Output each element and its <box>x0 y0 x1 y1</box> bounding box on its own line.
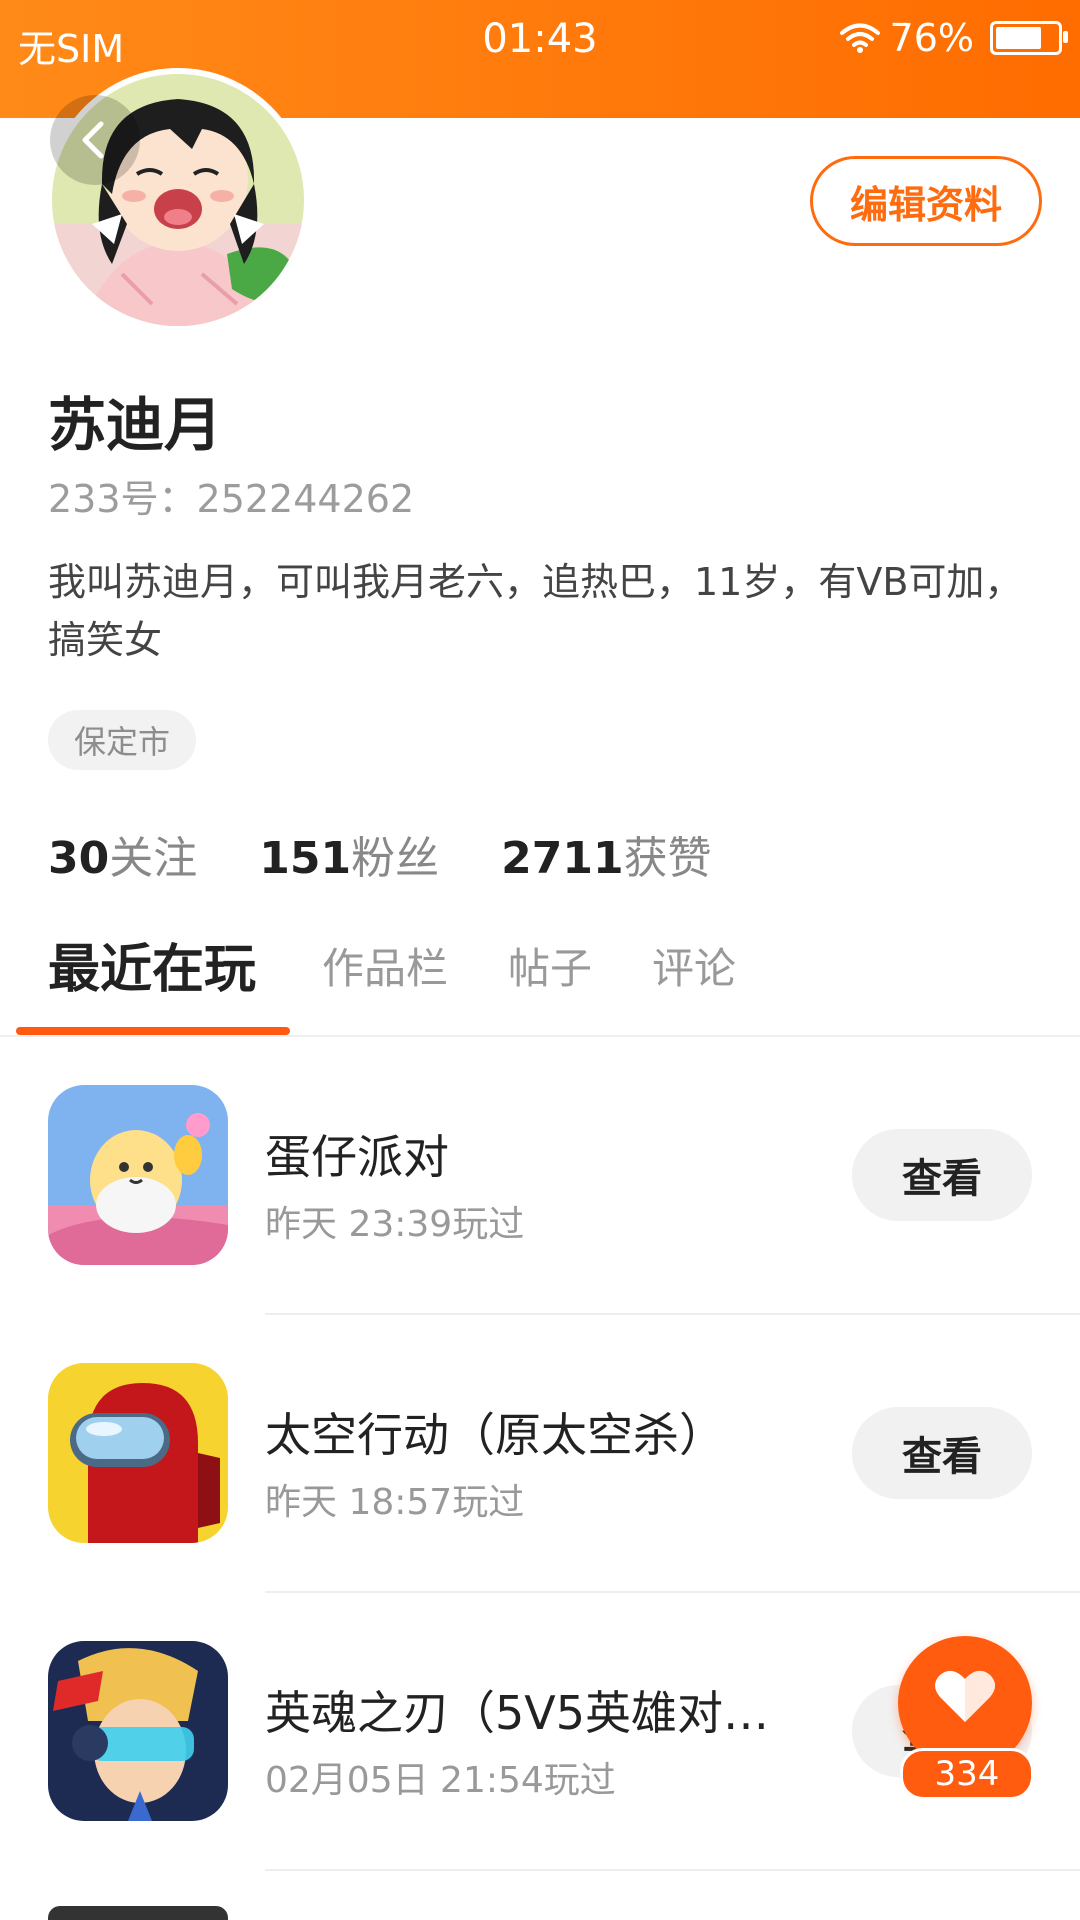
heart-icon <box>935 1670 995 1722</box>
tab-bar: 最近在玩 作品栏 帖子 评论 <box>0 935 1080 1037</box>
battery-icon <box>990 21 1068 55</box>
back-button[interactable] <box>50 95 140 185</box>
tab-works[interactable]: 作品栏 <box>322 935 448 996</box>
stat-label: 粉丝 <box>351 833 440 884</box>
stat-count: 2711 <box>501 833 624 884</box>
game-title: 蛋仔派对 <box>265 1130 449 1184</box>
stat-following[interactable]: 30关注 <box>48 822 197 886</box>
stat-followers[interactable]: 151粉丝 <box>259 822 439 886</box>
divider <box>265 1591 1080 1593</box>
status-right: 76% <box>839 16 1068 60</box>
stats-row: 30关注 151粉丝 2711获赞 <box>48 822 712 886</box>
stat-likes[interactable]: 2711获赞 <box>501 822 711 886</box>
game-title: 太空行动（原太空杀） <box>265 1408 725 1462</box>
profile-bio: 我叫苏迪月，可叫我月老六，追热巴，11岁，有VB可加，搞笑女 <box>48 560 1023 662</box>
profile-name: 苏迪月 <box>48 391 223 459</box>
stat-count: 30 <box>48 833 110 884</box>
list-item[interactable]: 蛋仔派对 昨天 23:39玩过 查看 <box>0 1085 1080 1363</box>
active-tab-indicator <box>16 1027 290 1035</box>
stat-label: 关注 <box>109 833 198 884</box>
divider <box>265 1869 1080 1871</box>
back-arrow-icon <box>82 121 104 159</box>
game-icon-soul-blade <box>48 1641 228 1821</box>
battery-percent: 76% <box>889 16 974 60</box>
game-last-played: 02月05日 21:54玩过 <box>265 1760 616 1801</box>
profile-uid: 233号：252244262 <box>48 477 415 521</box>
city-badge: 保定市 <box>48 710 197 770</box>
game-title: 英魂之刃（5V5英雄对… <box>265 1686 770 1740</box>
like-count-badge: 334 <box>900 1748 1034 1800</box>
game-icon-space-action <box>48 1363 228 1543</box>
battery-fill <box>996 27 1042 49</box>
game-icon-eggy-party <box>48 1085 228 1265</box>
stat-label: 获赞 <box>623 833 712 884</box>
view-button[interactable]: 查看 <box>852 1129 1032 1221</box>
view-button[interactable]: 查看 <box>852 1407 1032 1499</box>
tab-comments[interactable]: 评论 <box>652 935 736 996</box>
edit-profile-button[interactable]: 编辑资料 <box>810 156 1042 246</box>
divider <box>265 1313 1080 1315</box>
tab-recently-played[interactable]: 最近在玩 <box>48 927 256 1002</box>
stat-count: 151 <box>259 833 352 884</box>
game-last-played: 昨天 18:57玩过 <box>265 1482 525 1523</box>
tab-posts[interactable]: 帖子 <box>508 935 592 996</box>
wifi-icon <box>839 23 880 53</box>
list-item[interactable]: 太空行动（原太空杀） 昨天 18:57玩过 查看 <box>0 1363 1080 1641</box>
game-icon-partial <box>48 1906 228 1920</box>
game-last-played: 昨天 23:39玩过 <box>265 1204 525 1245</box>
